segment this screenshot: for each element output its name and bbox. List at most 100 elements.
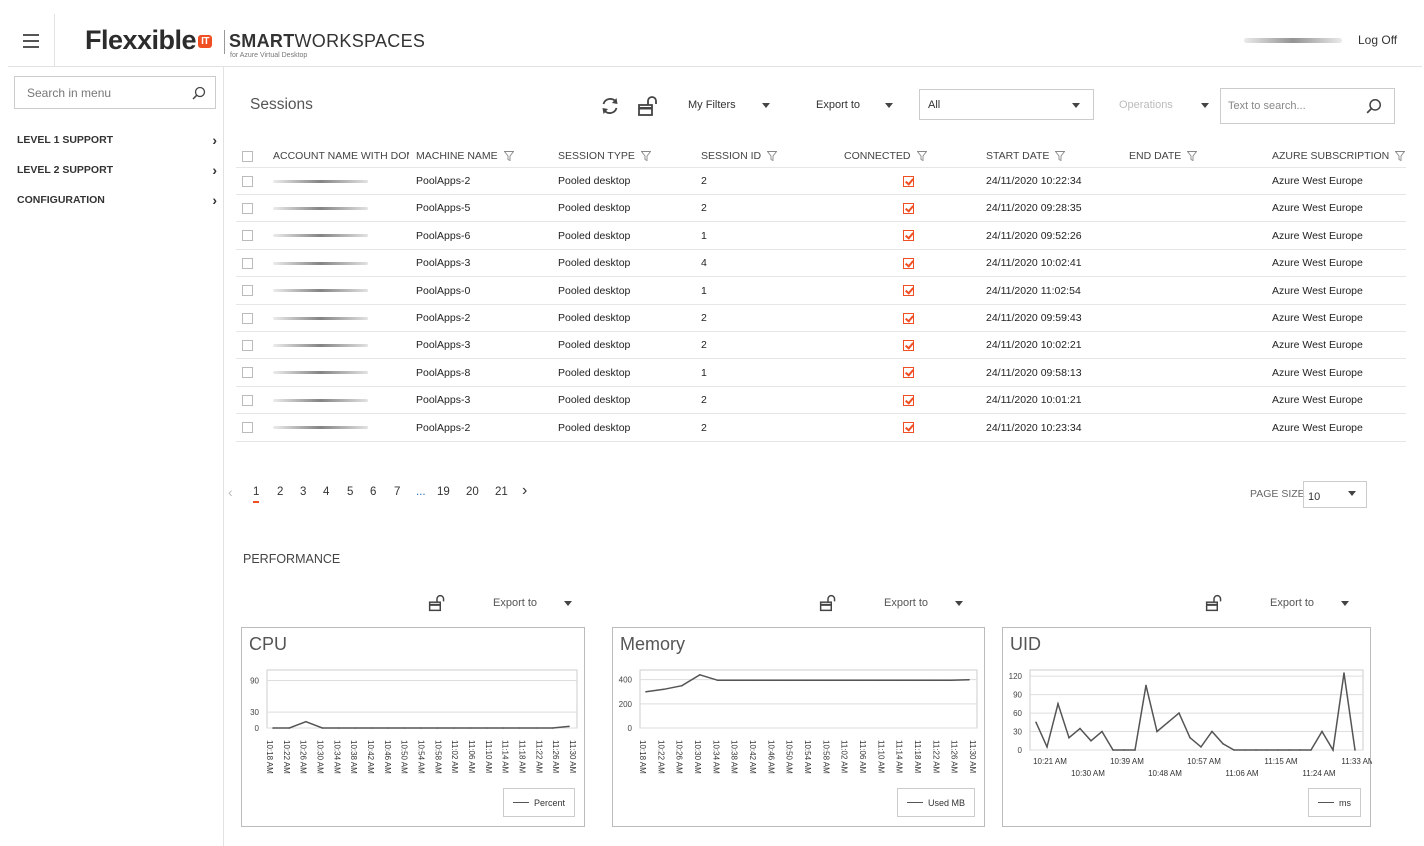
refresh-icon[interactable] bbox=[599, 95, 621, 117]
data-point bbox=[663, 688, 665, 691]
account-name-redacted bbox=[273, 343, 368, 347]
table-row[interactable]: PoolApps-3 Pooled desktop 4 24/11/2020 10:0… bbox=[236, 250, 1406, 278]
data-point bbox=[1057, 703, 1059, 705]
col-machine[interactable]: MACHINE NAME bbox=[416, 145, 515, 167]
chevron-down-icon[interactable] bbox=[1201, 103, 1209, 108]
table-row[interactable]: PoolApps-8 Pooled desktop 1 24/11/2020 09:5… bbox=[236, 360, 1406, 387]
page-size-select[interactable]: 10 bbox=[1303, 481, 1367, 508]
page-link[interactable]: 3 bbox=[300, 486, 306, 498]
page-link[interactable]: 19 bbox=[437, 486, 450, 498]
pager-prev[interactable]: ‹ bbox=[228, 484, 233, 500]
filter-icon[interactable] bbox=[1054, 151, 1066, 162]
row-checkbox[interactable] bbox=[242, 339, 253, 351]
table-row[interactable]: PoolApps-2 Pooled desktop 2 24/11/2020 10:2… bbox=[236, 168, 1406, 195]
chevron-down-icon[interactable] bbox=[762, 103, 770, 108]
machine-name: PoolApps-3 bbox=[416, 394, 471, 407]
operations-dropdown[interactable]: Operations bbox=[1119, 99, 1173, 111]
page-link[interactable]: 4 bbox=[323, 486, 329, 498]
hamburger-icon[interactable] bbox=[8, 14, 55, 67]
row-checkbox[interactable] bbox=[242, 285, 253, 297]
col-azure-subscription[interactable]: AZURE SUBSCRIPTION bbox=[1272, 145, 1406, 167]
session-type: Pooled desktop bbox=[558, 366, 631, 379]
chart-export-dropdown[interactable]: Export to bbox=[1270, 597, 1314, 609]
page-link[interactable]: 1 bbox=[253, 486, 260, 503]
chart-panel-memory: Memory Used MB 0 200 400 10:18 AM 10:22 AM 10:2… bbox=[612, 627, 985, 827]
x-tick-label: 11:06 AM bbox=[858, 740, 867, 774]
data-point bbox=[896, 679, 898, 682]
table-row[interactable]: PoolApps-5 Pooled desktop 2 24/11/2020 09:2… bbox=[236, 195, 1406, 223]
y-tick-label: 400 bbox=[619, 676, 633, 685]
filter-icon[interactable] bbox=[1394, 151, 1406, 162]
data-point bbox=[1101, 730, 1103, 733]
table-row[interactable]: PoolApps-3 Pooled desktop 2 24/11/2020 10:0… bbox=[236, 387, 1406, 415]
col-session-id[interactable]: SESSION ID bbox=[701, 145, 778, 167]
select-all-checkbox[interactable] bbox=[242, 150, 253, 162]
sidebar-item-level2[interactable]: LEVEL 2 SUPPORT › bbox=[17, 160, 217, 180]
search-icon[interactable] bbox=[192, 86, 206, 100]
col-connected[interactable]: CONNECTED bbox=[844, 145, 927, 167]
unlock-icon[interactable] bbox=[637, 95, 659, 117]
row-checkbox[interactable] bbox=[242, 257, 253, 269]
col-start-date[interactable]: START DATE bbox=[986, 145, 1066, 167]
pager-next[interactable]: › bbox=[522, 482, 527, 500]
search-icon[interactable] bbox=[1366, 98, 1382, 114]
data-point bbox=[788, 679, 791, 682]
x-tick-label: 10:26 AM bbox=[675, 740, 684, 774]
row-checkbox[interactable] bbox=[242, 230, 253, 242]
x-tick-label: 11:02 AM bbox=[450, 740, 459, 774]
export-dropdown[interactable]: Export to bbox=[816, 99, 860, 111]
chevron-down-icon[interactable] bbox=[885, 103, 893, 108]
sidebar-search-input[interactable] bbox=[27, 86, 177, 100]
page-link[interactable]: 7 bbox=[394, 486, 400, 498]
row-checkbox[interactable] bbox=[242, 202, 253, 214]
filter-icon[interactable] bbox=[916, 151, 927, 162]
page-link[interactable]: 2 bbox=[277, 486, 283, 498]
chart-plot: 0 30 60 90 120 10:21 AM 10:39 AM 10:57 AM 11:15 … bbox=[1009, 669, 1372, 778]
page-link[interactable]: 21 bbox=[495, 486, 508, 498]
chevron-down-icon[interactable] bbox=[564, 601, 572, 606]
sidebar-item-level1[interactable]: LEVEL 1 SUPPORT › bbox=[17, 130, 217, 150]
session-id: 2 bbox=[701, 202, 707, 215]
col-end-date[interactable]: END DATE bbox=[1129, 145, 1198, 167]
scope-select[interactable]: All bbox=[919, 89, 1094, 120]
col-session-type[interactable]: SESSION TYPE bbox=[558, 145, 652, 167]
page-size-label: PAGE SIZE bbox=[1250, 488, 1305, 500]
row-checkbox[interactable] bbox=[242, 422, 253, 434]
filter-icon[interactable] bbox=[766, 151, 778, 162]
filter-icon[interactable] bbox=[1186, 151, 1198, 162]
row-checkbox[interactable] bbox=[242, 367, 253, 379]
x-tick-label: 10:46 AM bbox=[383, 740, 392, 774]
page-link[interactable]: ... bbox=[416, 486, 426, 498]
page-link[interactable]: 20 bbox=[466, 486, 479, 498]
chart-export-dropdown[interactable]: Export to bbox=[884, 597, 928, 609]
logoff-link[interactable]: Log Off bbox=[1358, 33, 1397, 47]
unlock-icon[interactable] bbox=[819, 594, 837, 612]
filter-icon[interactable] bbox=[503, 151, 515, 162]
table-row[interactable]: PoolApps-0 Pooled desktop 1 24/11/2020 11:0… bbox=[236, 278, 1406, 305]
row-checkbox[interactable] bbox=[242, 394, 253, 406]
row-checkbox[interactable] bbox=[242, 312, 253, 324]
data-point bbox=[436, 727, 439, 729]
table-row[interactable]: PoolApps-2 Pooled desktop 2 24/11/2020 10:2… bbox=[236, 415, 1406, 442]
chevron-down-icon[interactable] bbox=[1341, 601, 1349, 606]
my-filters-dropdown[interactable]: My Filters bbox=[688, 99, 736, 111]
y-tick-label: 200 bbox=[619, 700, 633, 709]
page-link[interactable]: 5 bbox=[347, 486, 353, 498]
page-link[interactable]: 6 bbox=[370, 486, 376, 498]
filter-icon[interactable] bbox=[640, 151, 652, 162]
col-account[interactable]: ACCOUNT NAME WITH DOM bbox=[273, 145, 409, 167]
x-tick-label: 11:10 AM bbox=[484, 740, 493, 774]
logo: Flexxible IT bbox=[85, 25, 212, 56]
chart-export-dropdown[interactable]: Export to bbox=[493, 597, 537, 609]
table-row[interactable]: PoolApps-2 Pooled desktop 2 24/11/2020 09:5… bbox=[236, 305, 1406, 332]
unlock-icon[interactable] bbox=[428, 594, 446, 612]
unlock-icon[interactable] bbox=[1205, 594, 1223, 612]
chevron-down-icon[interactable] bbox=[955, 601, 963, 606]
x-tick-label: 10:50 AM bbox=[400, 740, 409, 774]
row-checkbox[interactable] bbox=[242, 175, 253, 187]
table-row[interactable]: PoolApps-3 Pooled desktop 2 24/11/2020 10:0… bbox=[236, 332, 1406, 360]
table-search-input[interactable] bbox=[1228, 100, 1358, 112]
sidebar-item-configuration[interactable]: CONFIGURATION › bbox=[17, 190, 217, 210]
table-row[interactable]: PoolApps-6 Pooled desktop 1 24/11/2020 09:5… bbox=[236, 223, 1406, 250]
data-point bbox=[272, 727, 274, 729]
